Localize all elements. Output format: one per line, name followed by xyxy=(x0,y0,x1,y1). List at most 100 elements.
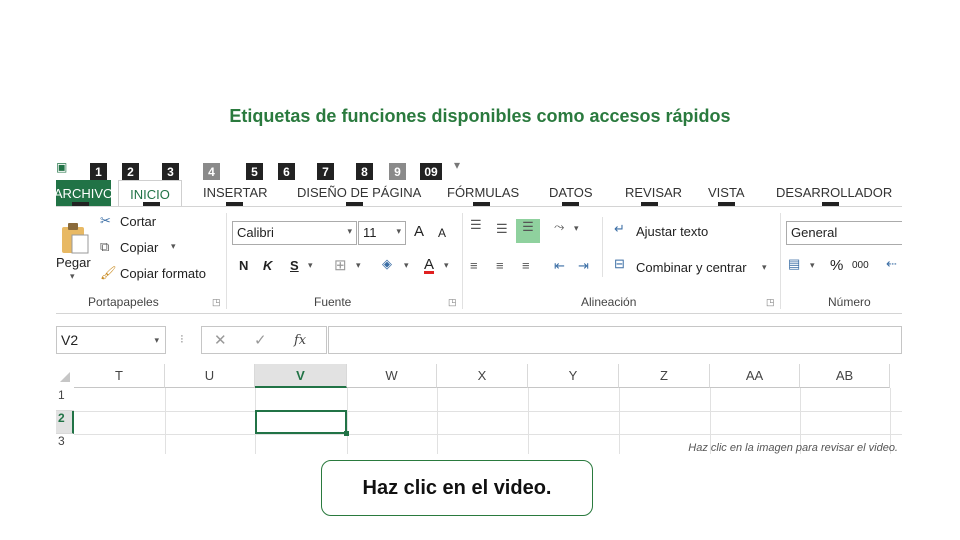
keytip-qat-09: 09 xyxy=(420,163,442,180)
play-video-button[interactable]: Haz clic en el video. xyxy=(321,460,593,516)
format-painter-icon: 🖌 xyxy=(100,265,117,280)
currency-dropdown-icon[interactable]: ▾ xyxy=(810,260,815,271)
number-format-combo[interactable]: General xyxy=(786,221,902,245)
row-header-3[interactable]: 3 xyxy=(56,434,74,454)
align-left-icon[interactable]: ≡ xyxy=(470,258,478,273)
gridline xyxy=(165,388,166,454)
font-launcher-icon[interactable]: ◳ xyxy=(448,297,457,308)
copy-button[interactable]: Copiar xyxy=(120,240,158,255)
column-header-u[interactable]: U xyxy=(165,364,255,388)
column-header-w[interactable]: W xyxy=(347,364,437,388)
font-color-button[interactable]: A xyxy=(424,256,434,273)
column-header-x[interactable]: X xyxy=(437,364,528,388)
excel-screenshot[interactable]: ▣ 1 2 3 4 5 6 7 8 9 09 ▾ ARCHIVO INICIO … xyxy=(56,158,902,454)
paste-button[interactable]: Pegar xyxy=(56,255,91,270)
cut-button[interactable]: Cortar xyxy=(120,214,156,229)
gridline xyxy=(437,388,438,454)
paste-dropdown-icon[interactable]: ▾ xyxy=(70,271,75,282)
fill-color-icon[interactable]: ◈ xyxy=(382,256,392,272)
orientation-icon[interactable]: ⤳ xyxy=(554,219,564,235)
column-header-y[interactable]: Y xyxy=(528,364,619,388)
insert-function-button[interactable]: fx xyxy=(294,333,306,348)
keytip-qat-8: 8 xyxy=(356,163,373,180)
number-format-value: General xyxy=(791,225,838,240)
tab-revisar[interactable]: REVISAR xyxy=(625,185,682,200)
video-hint-text: Haz clic en la imagen para revisar el vi… xyxy=(688,442,898,454)
tab-diseno-de-pagina[interactable]: DISEÑO DE PÁGINA xyxy=(297,185,421,200)
paste-icon[interactable] xyxy=(60,221,90,255)
row-header-1[interactable]: 1 xyxy=(56,388,74,411)
select-all-icon[interactable] xyxy=(60,372,70,382)
copy-dropdown-icon[interactable]: ▾ xyxy=(171,241,176,252)
currency-icon[interactable]: ▤ xyxy=(788,256,800,272)
column-header-ab[interactable]: AB xyxy=(800,364,890,388)
borders-icon[interactable]: ⊞ xyxy=(334,256,347,274)
ribbon-home: Pegar ▾ ✂ Cortar ⧉ Copiar ▾ 🖌 Copiar for… xyxy=(56,206,902,314)
align-center-icon[interactable]: ≡ xyxy=(496,258,504,273)
chevron-down-icon: ▾ xyxy=(396,226,401,236)
wrap-text-button[interactable]: Ajustar texto xyxy=(636,224,708,239)
merge-center-button[interactable]: Combinar y centrar xyxy=(636,260,747,275)
row-header-2[interactable]: 2 xyxy=(56,411,74,434)
merge-dropdown-icon[interactable]: ▾ xyxy=(762,262,767,273)
fill-dropdown-icon[interactable]: ▾ xyxy=(404,260,409,271)
column-header-t[interactable]: T xyxy=(74,364,165,388)
format-painter-button[interactable]: Copiar formato xyxy=(120,266,206,281)
align-top-icon[interactable]: ☰ xyxy=(470,217,482,233)
column-header-v[interactable]: V xyxy=(255,364,347,388)
name-box[interactable]: V2 ▾ xyxy=(56,326,166,354)
underline-button[interactable]: S xyxy=(290,258,299,273)
font-name-combo[interactable]: Calibri ▾ xyxy=(232,221,357,245)
enter-icon[interactable]: ✓ xyxy=(254,331,267,349)
group-separator xyxy=(602,217,603,277)
gridline xyxy=(74,434,902,435)
tab-datos[interactable]: DATOS xyxy=(549,185,593,200)
decrease-indent-icon[interactable]: ⇤ xyxy=(554,258,565,274)
borders-dropdown-icon[interactable]: ▾ xyxy=(356,260,361,271)
group-label-fuente: Fuente xyxy=(314,295,352,309)
increase-decimal-icon[interactable]: ⇠ xyxy=(886,256,897,272)
chevron-down-icon: ▾ xyxy=(154,335,159,345)
shrink-font-button[interactable]: A xyxy=(438,226,446,240)
bold-button[interactable]: N xyxy=(239,258,248,273)
selected-cell-v2[interactable] xyxy=(255,410,349,436)
gridline xyxy=(619,388,620,454)
grow-font-button[interactable]: A xyxy=(414,223,424,240)
group-separator xyxy=(462,213,463,309)
formula-bar: V2 ▾ ⁝ ✕ ✓ fx xyxy=(56,326,902,356)
tab-desarrollador[interactable]: DESARROLLADOR xyxy=(776,185,892,200)
align-bottom-icon[interactable]: ☰ xyxy=(516,219,540,243)
increase-indent-icon[interactable]: ⇥ xyxy=(578,258,589,274)
alignment-launcher-icon[interactable]: ◳ xyxy=(766,297,775,308)
qat-customize-icon[interactable]: ▾ xyxy=(454,158,460,172)
column-header-z[interactable]: Z xyxy=(619,364,710,388)
chevron-down-icon: ▾ xyxy=(347,226,352,236)
page-heading: Etiquetas de funciones disponibles como … xyxy=(229,106,731,126)
column-header-aa[interactable]: AA xyxy=(710,364,800,388)
worksheet-grid[interactable]: T U V W X Y Z AA AB 1 2 3 xyxy=(56,364,902,454)
group-separator xyxy=(226,213,227,309)
keytip-qat-2: 2 xyxy=(122,163,139,180)
tab-insertar[interactable]: INSERTAR xyxy=(203,185,268,200)
clipboard-launcher-icon[interactable]: ◳ xyxy=(212,297,221,308)
group-label-alineacion: Alineación xyxy=(581,295,637,309)
cancel-icon[interactable]: ✕ xyxy=(214,331,227,349)
underline-dropdown-icon[interactable]: ▾ xyxy=(308,260,313,271)
copy-icon: ⧉ xyxy=(100,239,110,254)
formula-input[interactable] xyxy=(328,326,902,354)
keytip-qat-7: 7 xyxy=(317,163,334,180)
formula-bar-buttons: ✕ ✓ fx xyxy=(201,326,327,354)
font-color-dropdown-icon[interactable]: ▾ xyxy=(444,260,449,271)
group-label-numero: Número xyxy=(828,295,871,309)
orientation-dropdown-icon[interactable]: ▾ xyxy=(574,223,579,234)
tab-formulas[interactable]: FÓRMULAS xyxy=(447,185,519,200)
thousands-button[interactable]: 000 xyxy=(852,260,869,271)
italic-button[interactable]: K xyxy=(263,258,272,273)
font-size-combo[interactable]: 11 ▾ xyxy=(358,221,406,245)
tab-vista[interactable]: VISTA xyxy=(708,185,745,200)
percent-button[interactable]: % xyxy=(830,257,843,274)
align-right-icon[interactable]: ≡ xyxy=(522,258,530,273)
gridline xyxy=(74,411,902,412)
name-box-value: V2 xyxy=(61,332,79,348)
align-middle-icon[interactable]: ☰ xyxy=(496,221,508,237)
